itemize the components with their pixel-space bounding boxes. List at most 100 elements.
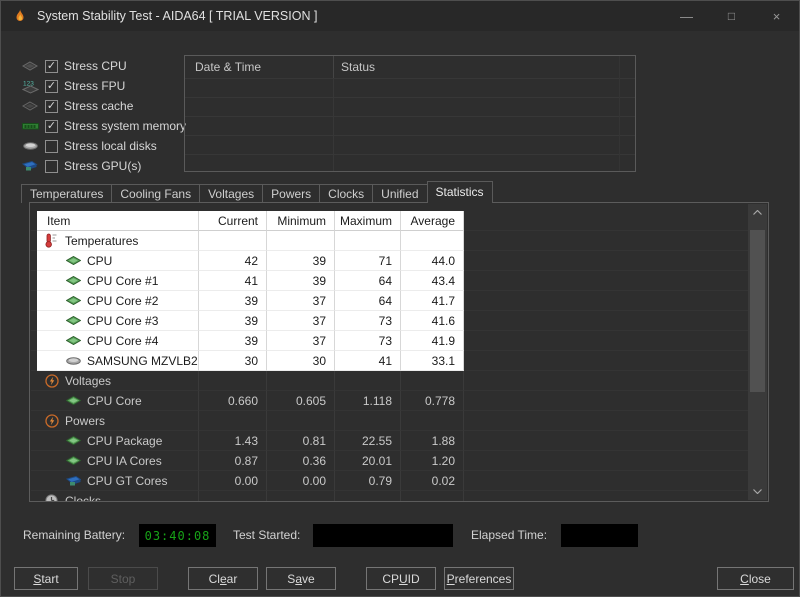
- minimum-cell: 0.605: [267, 391, 335, 411]
- log-row: [185, 78, 635, 97]
- stats-row-temperatures[interactable]: Temperatures: [31, 231, 750, 251]
- scroll-up-icon[interactable]: [748, 204, 767, 221]
- checkbox-stress-gpu-s[interactable]: [45, 159, 58, 173]
- average-cell: 0.02: [401, 471, 464, 491]
- stats-row-cpu-core-3[interactable]: CPU Core #3 39 37 73 41.6: [31, 311, 750, 331]
- log-row: [185, 116, 635, 135]
- stats-row-cpu[interactable]: CPU 42 39 71 44.0: [31, 251, 750, 271]
- stats-row-label: Clocks: [65, 493, 102, 502]
- chip-icon: [66, 256, 81, 265]
- stats-row-cpu-core-2[interactable]: CPU Core #2 39 37 64 41.7: [31, 291, 750, 311]
- current-cell: 0.660: [199, 391, 267, 411]
- minimum-cell: 0.36: [267, 451, 335, 471]
- checkbox-stress-cpu[interactable]: ✓: [45, 59, 58, 73]
- current-cell: 0.00: [199, 471, 267, 491]
- stats-row-powers[interactable]: Powers: [31, 411, 750, 431]
- average-cell: 41.9: [401, 331, 464, 351]
- current-cell: 30: [199, 351, 267, 371]
- tab-cooling-fans[interactable]: Cooling Fans: [111, 184, 201, 203]
- minimum-cell: 39: [267, 271, 335, 291]
- average-cell: 1.88: [401, 431, 464, 451]
- elapsed-time-value-box: [561, 524, 638, 547]
- current-cell: 0.87: [199, 451, 267, 471]
- checkbox-stress-system-memory[interactable]: ✓: [45, 119, 58, 133]
- stress-option-stress-local-disks[interactable]: Stress local disks: [21, 136, 186, 156]
- minimize-button[interactable]: —: [664, 1, 709, 31]
- stats-row-samsung-mzvlb25[interactable]: SAMSUNG MZVLB25...30304133.1: [31, 351, 750, 371]
- stats-row-voltages[interactable]: Voltages: [31, 371, 750, 391]
- stats-row-cpu-package[interactable]: CPU Package 1.43 0.81 22.55 1.88: [31, 431, 750, 451]
- tab-temperatures[interactable]: Temperatures: [21, 184, 113, 203]
- stress-option-label: Stress system memory: [64, 119, 187, 133]
- current-cell: [199, 231, 267, 251]
- vertical-scrollbar[interactable]: [748, 204, 767, 500]
- stress-option-stress-gpu-s[interactable]: Stress GPU(s): [21, 156, 186, 176]
- checkbox-stress-fpu[interactable]: ✓: [45, 79, 58, 93]
- preferences-button[interactable]: Preferences: [444, 567, 514, 590]
- maximize-button[interactable]: □: [709, 1, 754, 31]
- save-button[interactable]: Save: [266, 567, 336, 590]
- item-cell: CPU Core #4: [37, 331, 199, 351]
- close-button[interactable]: Close: [717, 567, 794, 590]
- average-cell: 44.0: [401, 251, 464, 271]
- minimum-cell: 37: [267, 311, 335, 331]
- row-filler: [464, 431, 750, 451]
- row-filler: [464, 251, 750, 271]
- average-cell: 41.7: [401, 291, 464, 311]
- row-filler: [464, 351, 750, 371]
- row-filler: [464, 371, 750, 391]
- tab-clocks[interactable]: Clocks: [319, 184, 374, 203]
- tab-voltages[interactable]: Voltages: [199, 184, 264, 203]
- current-cell: [199, 371, 267, 391]
- stats-row-cpu-ia-cores[interactable]: CPU IA Cores 0.87 0.36 20.01 1.20: [31, 451, 750, 471]
- item-cell: CPU IA Cores: [37, 451, 199, 471]
- minimum-cell: 37: [267, 331, 335, 351]
- checkbox-stress-local-disks[interactable]: [45, 139, 58, 153]
- current-cell: Current: [199, 211, 267, 231]
- chip-icon: [66, 296, 81, 305]
- minimum-cell: 0.81: [267, 431, 335, 451]
- item-cell: CPU GT Cores: [37, 471, 199, 491]
- stop-button[interactable]: Stop: [88, 567, 158, 590]
- row-filler: [464, 451, 750, 471]
- elapsed-time-label: Elapsed Time:: [471, 528, 548, 542]
- maximum-cell: 73: [335, 311, 401, 331]
- chip-icon: [66, 276, 81, 285]
- current-cell: [199, 411, 267, 431]
- start-button[interactable]: Start: [14, 567, 78, 590]
- item-cell: Voltages: [37, 371, 199, 391]
- average-cell: 0.778: [401, 391, 464, 411]
- stats-row-cpu-core[interactable]: CPU Core 0.660 0.605 1.118 0.778: [31, 391, 750, 411]
- row-filler: [464, 231, 750, 251]
- stats-header-row[interactable]: Item Current Minimum Maximum Average: [31, 211, 750, 231]
- voltage-icon: [44, 373, 59, 388]
- event-log-table[interactable]: Date & Time Status: [184, 55, 636, 172]
- minimum-cell: [267, 371, 335, 391]
- scroll-down-icon[interactable]: [748, 483, 767, 500]
- stress-option-stress-system-memory[interactable]: ✓ Stress system memory: [21, 116, 186, 136]
- maximum-cell: [335, 231, 401, 251]
- tab-powers[interactable]: Powers: [262, 184, 321, 203]
- stats-row-cpu-core-1[interactable]: CPU Core #1 41 39 64 43.4: [31, 271, 750, 291]
- row-filler: [464, 391, 750, 411]
- stats-table: Item Current Minimum Maximum Average Temperat…: [31, 211, 750, 502]
- power-icon: [44, 413, 59, 428]
- tab-statistics[interactable]: Statistics: [426, 181, 493, 203]
- checkbox-stress-cache[interactable]: ✓: [45, 99, 58, 113]
- clear-button[interactable]: Clear: [188, 567, 258, 590]
- close-window-button[interactable]: ×: [754, 1, 799, 31]
- log-col-datetime: Date & Time: [195, 60, 262, 74]
- item-cell: Powers: [37, 411, 199, 431]
- stress-option-stress-cache[interactable]: ✓ Stress cache: [21, 96, 186, 116]
- cpuid-button[interactable]: CPUID: [366, 567, 436, 590]
- stats-row-cpu-core-4[interactable]: CPU Core #4 39 37 73 41.9: [31, 331, 750, 351]
- stress-option-stress-cpu[interactable]: ✓ Stress CPU: [21, 56, 186, 76]
- stress-option-stress-fpu[interactable]: 123 ✓ Stress FPU: [21, 76, 186, 96]
- stats-row-clocks[interactable]: Clocks: [31, 491, 750, 502]
- minimum-cell: [267, 491, 335, 501]
- tab-unified[interactable]: Unified: [372, 184, 428, 203]
- stats-row-cpu-gt-cores[interactable]: CPU GT Cores 0.00 0.00 0.79 0.02: [31, 471, 750, 491]
- title-bar[interactable]: System Stability Test - AIDA64 [ TRIAL V…: [1, 1, 799, 31]
- scrollbar-thumb[interactable]: [750, 230, 765, 392]
- gpu-icon: [66, 475, 81, 487]
